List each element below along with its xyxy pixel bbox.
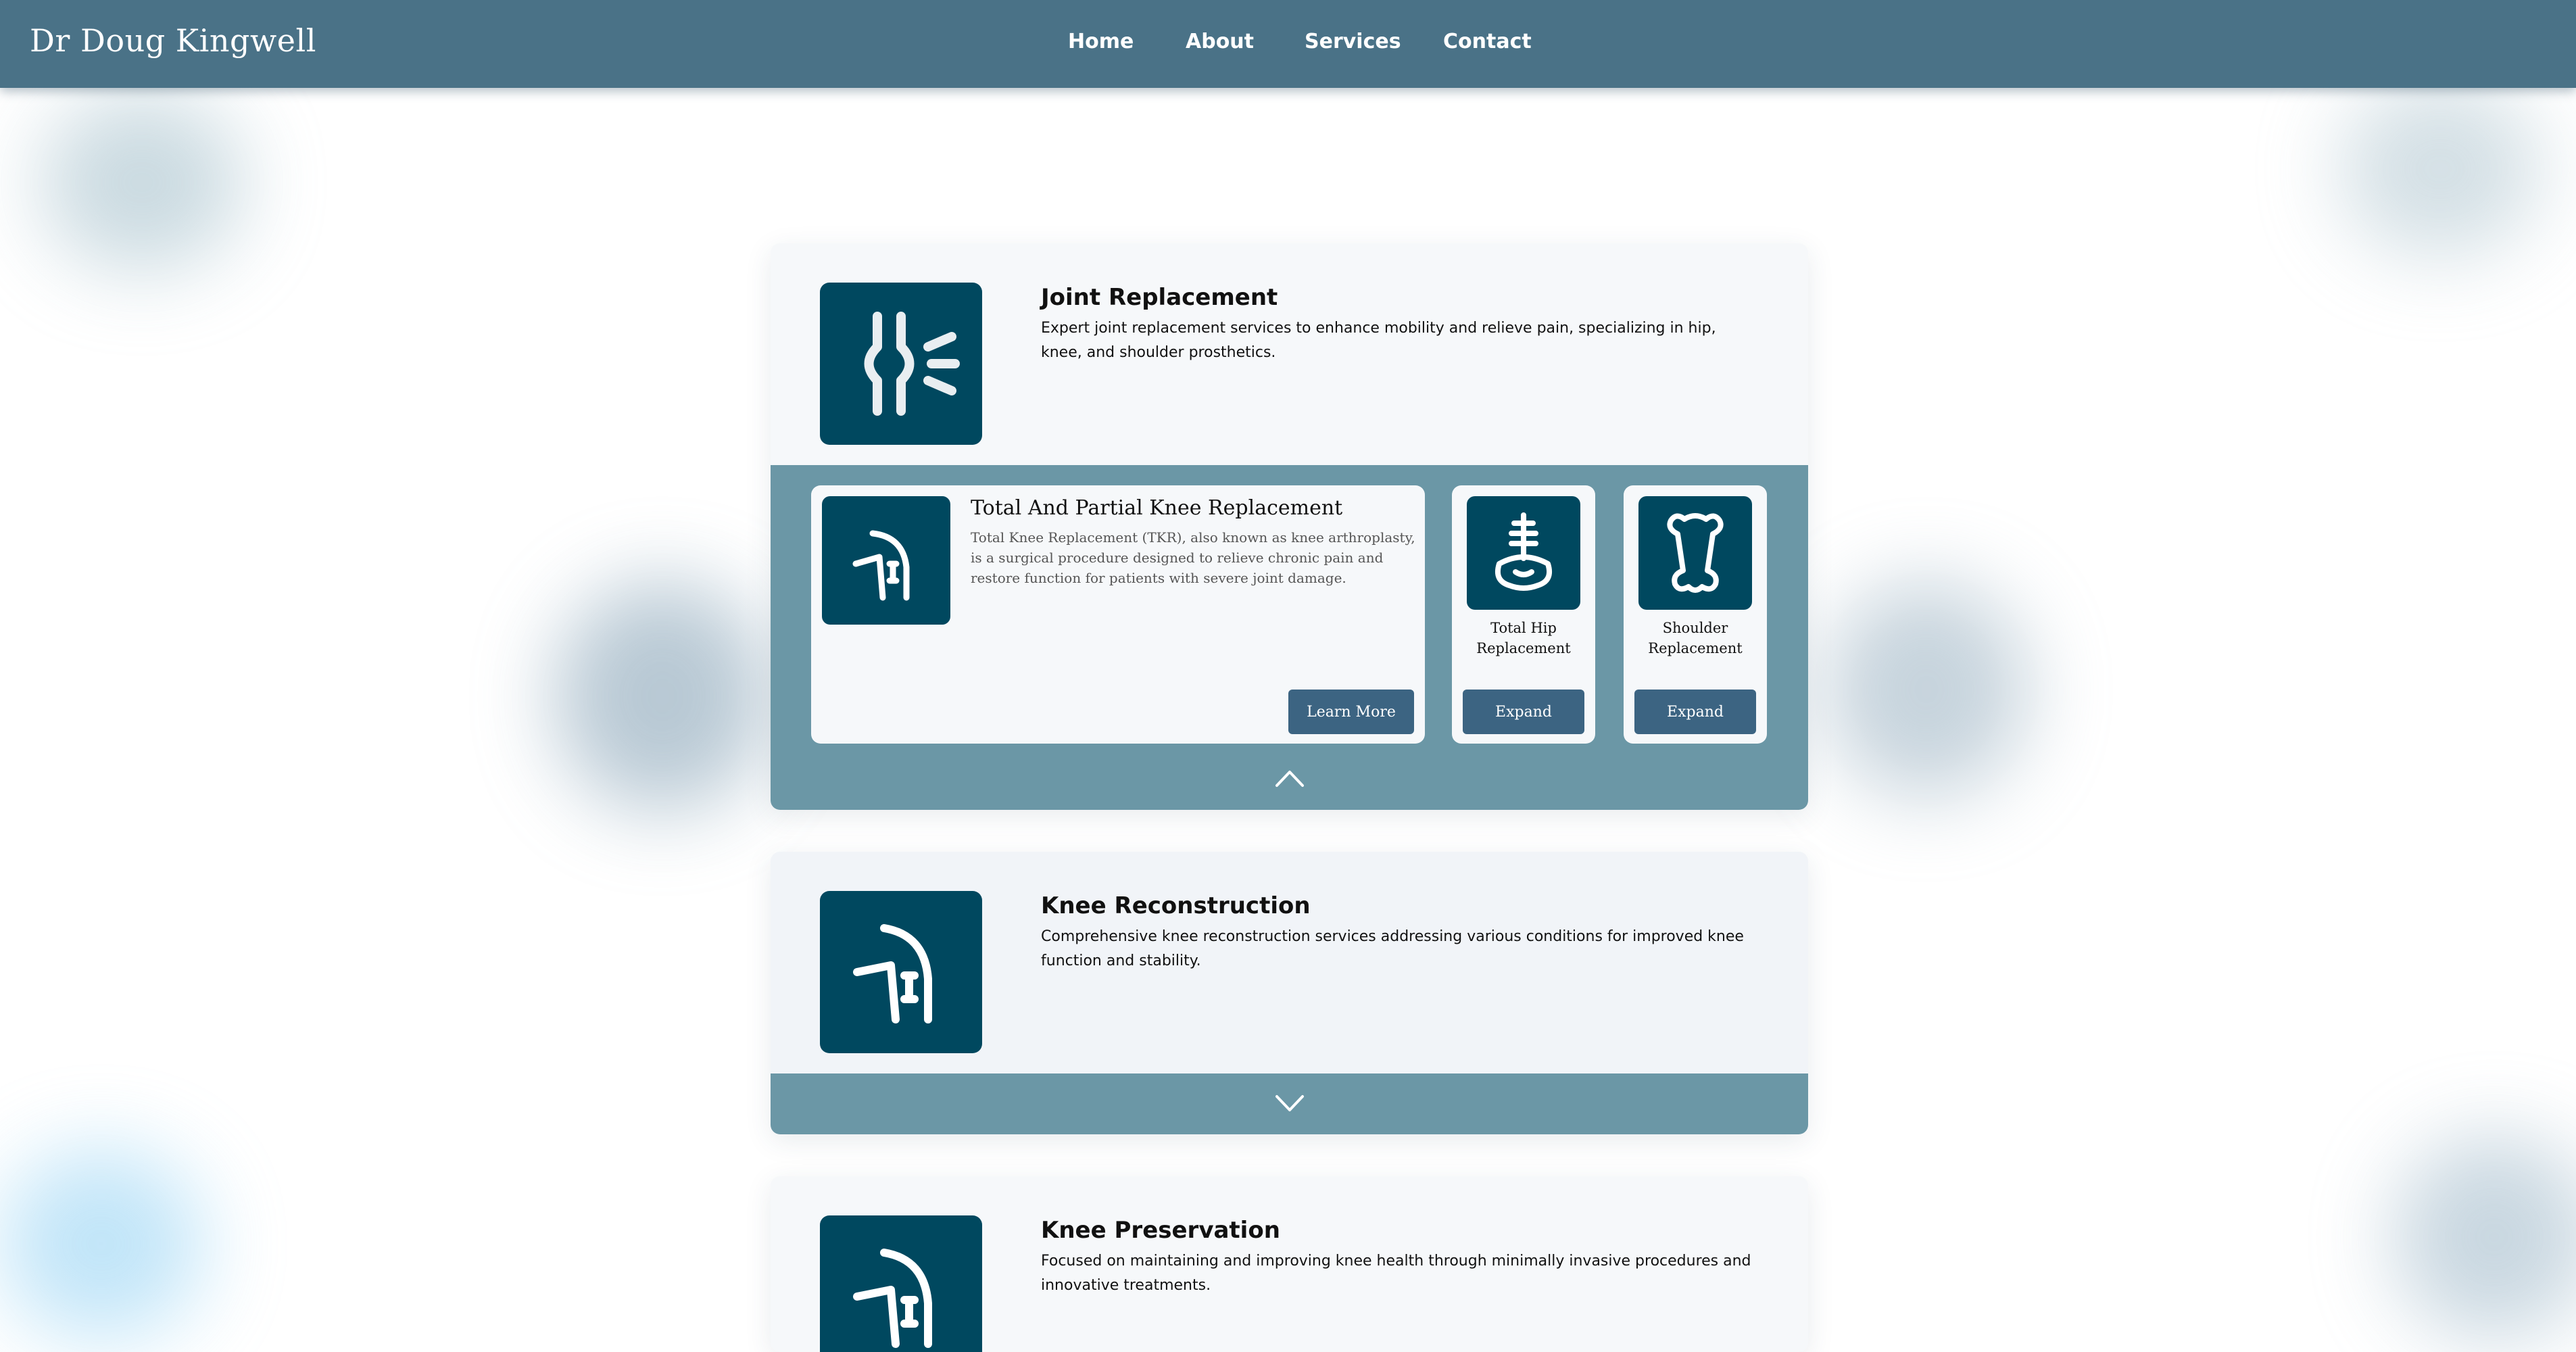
featured-subservice-card: Total And Partial Knee Replacement Total… [811, 485, 1425, 744]
nav-about-link[interactable]: About [1186, 30, 1254, 53]
service-card-joint-replacement: Joint Replacement Expert joint replaceme… [771, 243, 1808, 810]
service-card-knee-reconstruction: Knee Reconstruction Comprehensive knee r… [771, 852, 1808, 1134]
bone-icon [1638, 496, 1752, 610]
nav-services-link[interactable]: Services [1305, 30, 1401, 53]
background-blob [0, 1149, 203, 1338]
service-description: Expert joint replacement services to enh… [1041, 320, 1716, 361]
featured-subservice-description: Total Knee Replacement (TKR), also known… [971, 529, 1415, 586]
background-blob [2393, 1136, 2576, 1338]
service-card-knee-preservation: Knee Preservation Focused on maintaining… [771, 1176, 1808, 1352]
knee-icon [820, 891, 982, 1053]
chevron-down-icon[interactable] [1274, 1094, 1305, 1114]
background-blob [554, 581, 771, 811]
background-blob [1825, 581, 2028, 798]
expand-shoulder-button[interactable]: Expand [1634, 690, 1756, 734]
subservice-label: Total Hip Replacement [1476, 620, 1571, 656]
nav-contact-link[interactable]: Contact [1443, 30, 1532, 53]
subservice-label: Shoulder Replacement [1648, 620, 1743, 656]
service-title: Knee Preservation [1041, 1217, 1280, 1244]
chevron-up-icon[interactable] [1274, 768, 1305, 788]
learn-more-button[interactable]: Learn More [1288, 690, 1414, 734]
joint-icon [820, 283, 982, 445]
subservice-card-shoulder: Shoulder Replacement Expand [1624, 485, 1767, 744]
service-description: Focused on maintaining and improving kne… [1041, 1253, 1751, 1294]
subservices-panel: Total And Partial Knee Replacement Total… [771, 465, 1808, 810]
service-title: Joint Replacement [1041, 284, 1278, 311]
hip-icon [1467, 496, 1580, 610]
main-nav: Home About Services Contact [0, 30, 2576, 59]
knee-icon [822, 496, 950, 625]
background-blob [41, 95, 243, 270]
expand-bar[interactable] [771, 1073, 1808, 1134]
knee-icon [820, 1215, 982, 1352]
subservice-card-hip: Total Hip Replacement Expand [1452, 485, 1595, 744]
background-blob [2339, 81, 2542, 257]
site-header: Dr Doug Kingwell Home About Services Con… [0, 0, 2576, 88]
expand-hip-button[interactable]: Expand [1463, 690, 1584, 734]
service-title: Knee Reconstruction [1041, 892, 1311, 919]
featured-subservice-title: Total And Partial Knee Replacement [971, 496, 1343, 520]
nav-home-link[interactable]: Home [1068, 30, 1134, 53]
service-description: Comprehensive knee reconstruction servic… [1041, 928, 1744, 969]
